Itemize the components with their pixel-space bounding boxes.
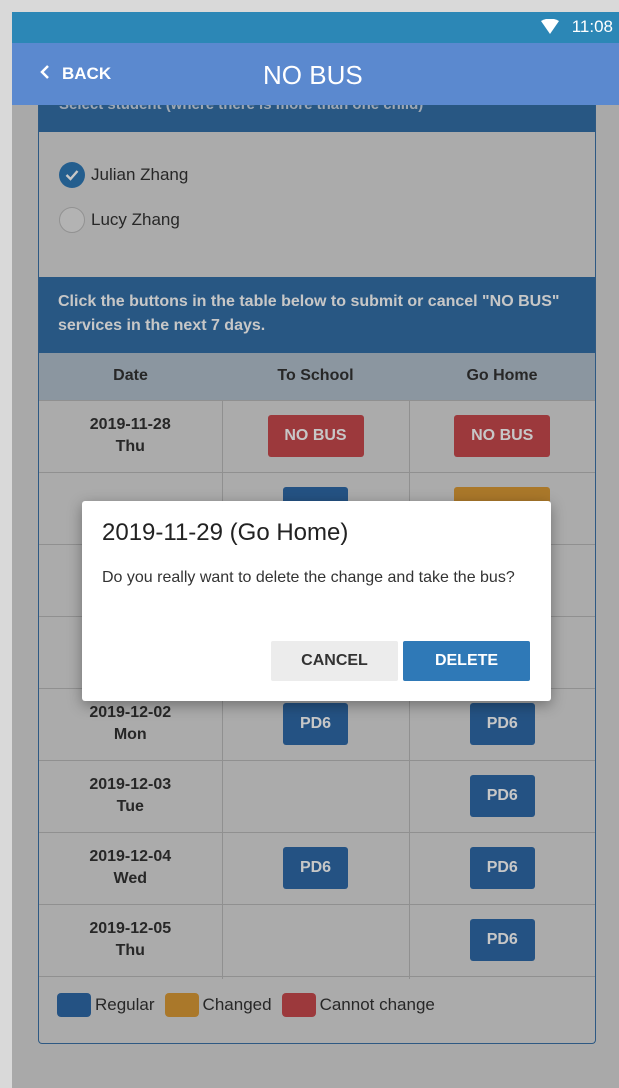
back-label: BACK xyxy=(62,64,112,83)
page-title: NO BUS xyxy=(263,60,363,90)
dialog-message: Do you really want to delete the change … xyxy=(102,569,515,586)
cancel-button[interactable]: CANCEL xyxy=(271,641,398,681)
chevron-left-icon xyxy=(40,64,50,84)
status-time: 11:08 xyxy=(571,17,613,36)
wifi-icon xyxy=(541,18,559,40)
confirm-dialog: 2019-11-29 (Go Home) Do you really want … xyxy=(82,501,551,701)
status-bar: 11:08 xyxy=(12,12,619,43)
back-button[interactable]: BACK xyxy=(40,64,111,84)
app-bar: BACK NO BUS xyxy=(12,43,619,105)
dialog-title: 2019-11-29 (Go Home) xyxy=(102,519,349,546)
delete-button[interactable]: DELETE xyxy=(403,641,530,681)
